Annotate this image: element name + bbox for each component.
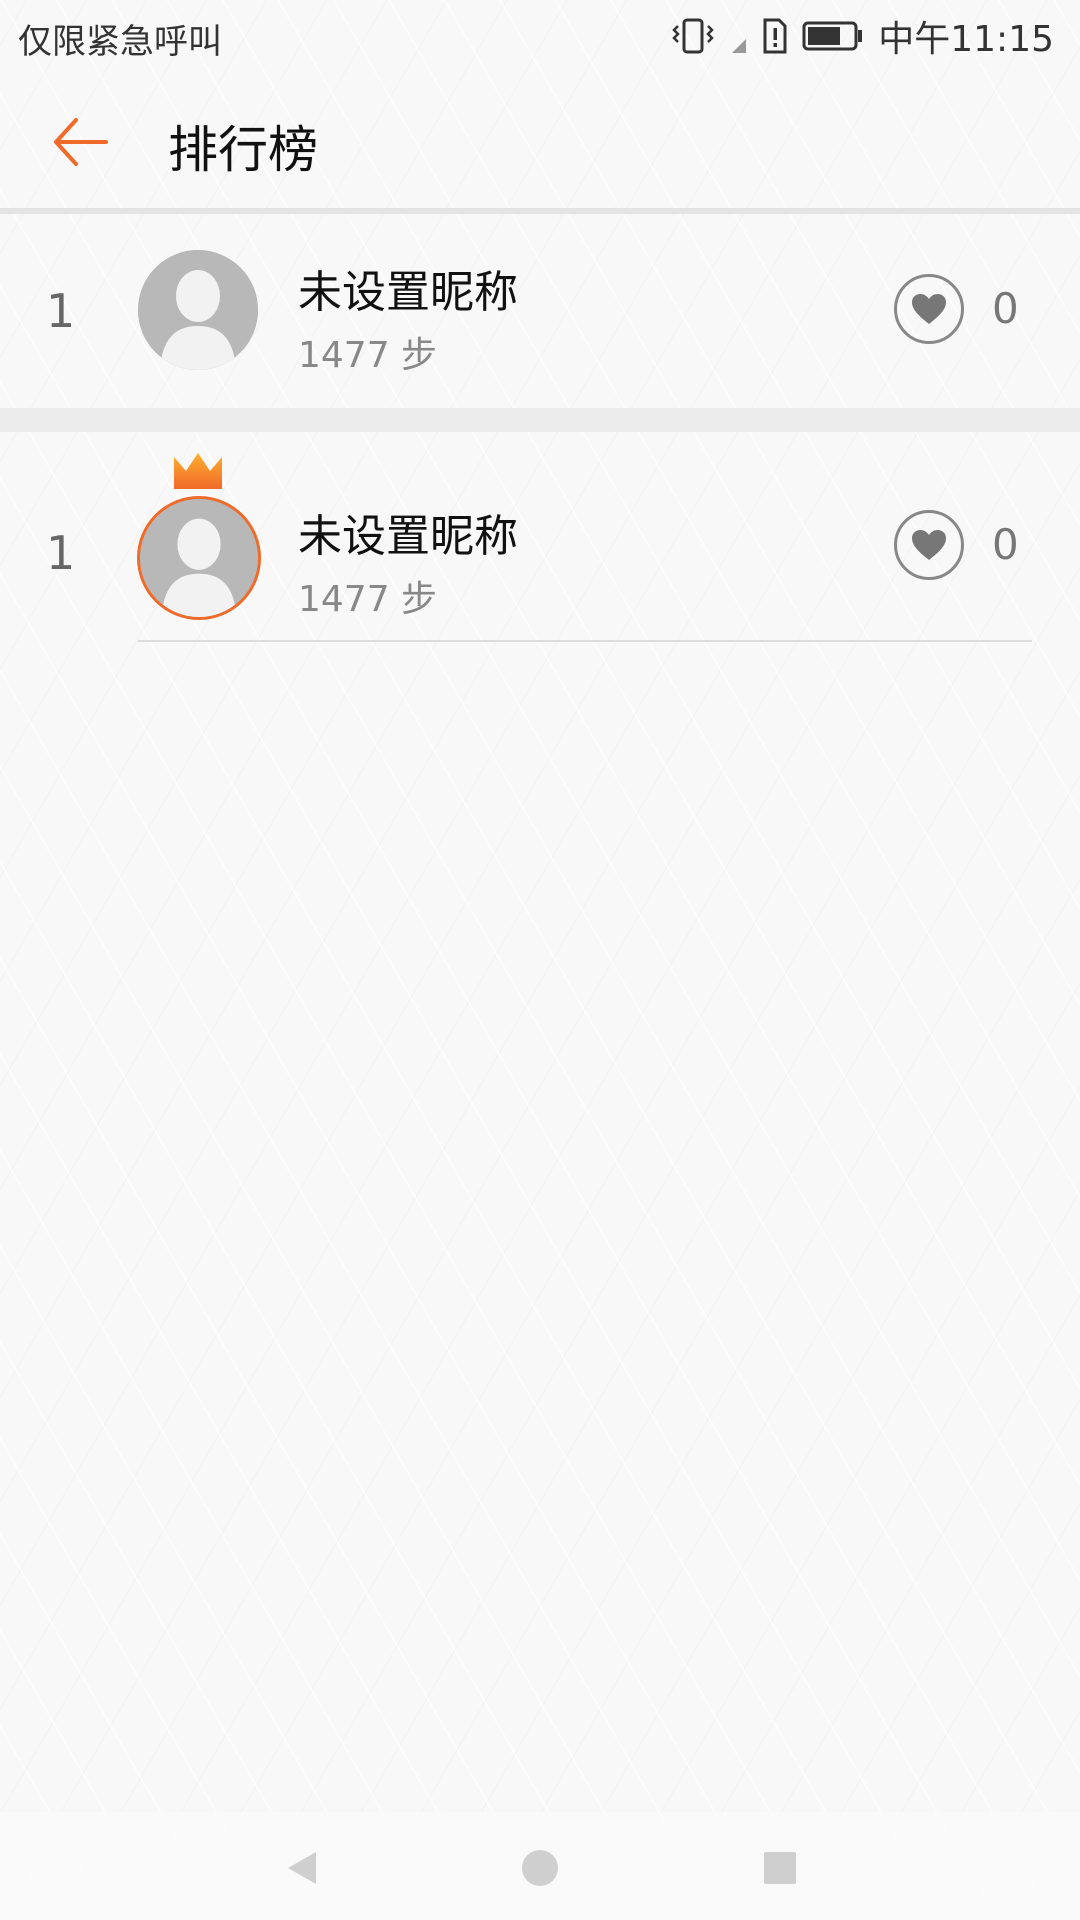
- signal-icon: [732, 39, 747, 53]
- like-button[interactable]: [894, 274, 964, 344]
- status-icons: 中午11:15: [670, 10, 1054, 62]
- nav-home-icon[interactable]: [518, 1846, 562, 1890]
- carrier-text: 仅限紧急呼叫: [18, 22, 222, 62]
- navigation-bar: [0, 1812, 1080, 1920]
- default-user-avatar-icon: [140, 499, 258, 617]
- app-header: 排行榜: [0, 72, 1080, 208]
- status-bar: 仅限紧急呼叫 中午11:15: [0, 0, 1080, 72]
- rank-number: 1: [46, 526, 76, 580]
- user-name: 未设置昵称: [298, 511, 518, 562]
- like-count: 0: [992, 284, 1019, 333]
- nav-back-icon[interactable]: [280, 1846, 324, 1890]
- avatar[interactable]: [137, 496, 261, 620]
- arrow-left-icon: [54, 118, 108, 166]
- page-title: 排行榜: [168, 121, 318, 179]
- row-divider: [138, 640, 1032, 642]
- heart-icon: [912, 530, 946, 560]
- leaderboard-row-current-user[interactable]: 1 未设置昵称 1477 步 0: [0, 452, 1080, 622]
- leaderboard-row[interactable]: 1 未设置昵称 1477 步 0: [0, 220, 1080, 390]
- section-divider: [0, 408, 1080, 432]
- crown-icon: [174, 453, 222, 489]
- step-count: 1477 步: [298, 335, 438, 376]
- vibrate-icon: [672, 18, 715, 54]
- like-button[interactable]: [894, 510, 964, 580]
- nav-recent-icon[interactable]: [758, 1846, 802, 1890]
- header-divider: [0, 208, 1080, 214]
- like-count: 0: [992, 520, 1019, 569]
- default-user-avatar-icon: [138, 250, 258, 370]
- step-count: 1477 步: [298, 579, 438, 620]
- back-button[interactable]: [44, 106, 116, 178]
- heart-icon: [912, 294, 946, 324]
- sim-alert-icon: [763, 18, 787, 54]
- user-name: 未设置昵称: [298, 267, 518, 318]
- rank-number: 1: [46, 284, 76, 338]
- battery-icon: [802, 21, 863, 51]
- avatar[interactable]: [138, 250, 258, 370]
- status-time: 中午11:15: [878, 19, 1054, 60]
